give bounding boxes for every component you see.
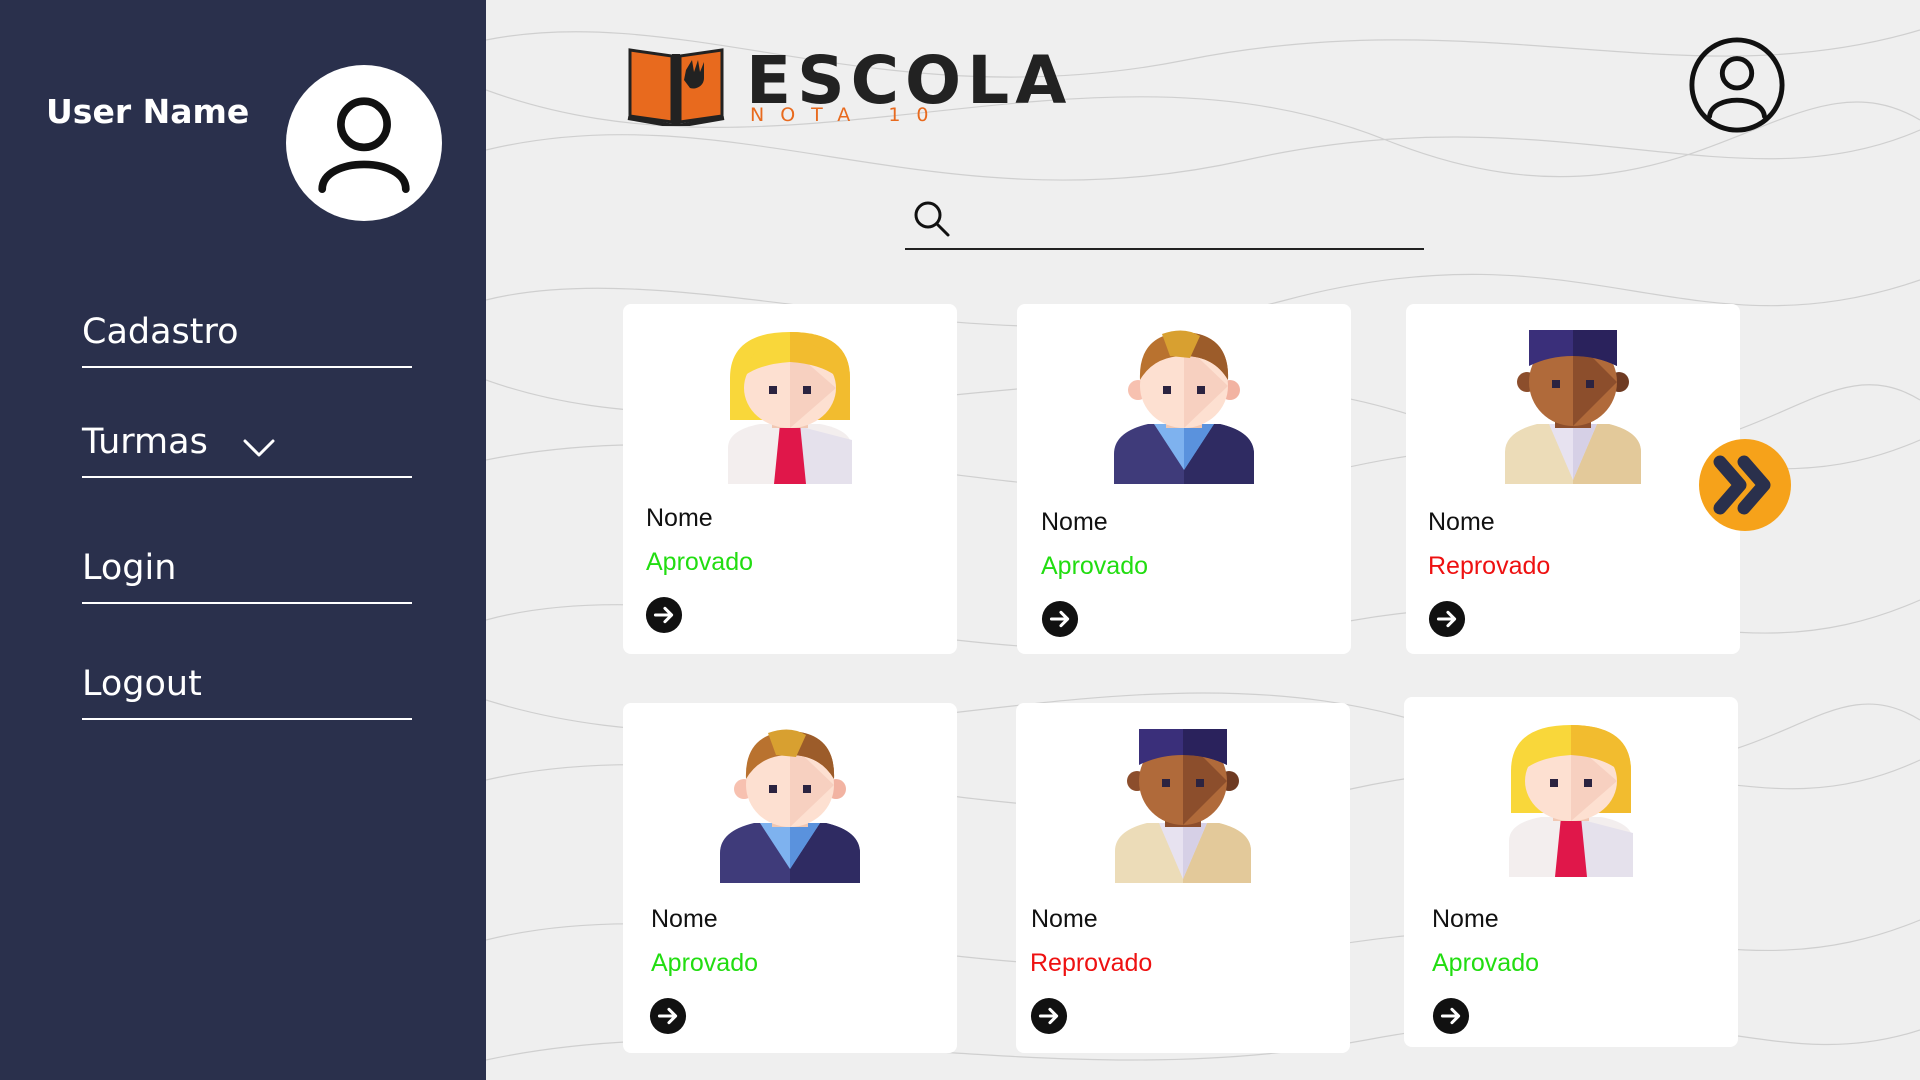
- user-icon: [1689, 37, 1785, 133]
- search-input[interactable]: [961, 198, 1415, 240]
- student-card[interactable]: Nome Aprovado: [623, 304, 957, 654]
- next-page-button[interactable]: [1698, 438, 1792, 532]
- sidebar-item-label: Login: [82, 548, 177, 588]
- student-name: Nome: [651, 905, 718, 933]
- arrow-right-icon[interactable]: [649, 997, 687, 1035]
- student-name: Nome: [1041, 508, 1108, 536]
- student-status: Aprovado: [1041, 552, 1149, 580]
- boy-dark-skin-avatar: [1115, 729, 1251, 883]
- sidebar-item-label: Turmas: [82, 422, 208, 462]
- boy-brown-hair-avatar: [1114, 330, 1254, 484]
- student-status: Reprovado: [1428, 552, 1551, 580]
- user-icon: [318, 97, 410, 194]
- arrow-right-icon[interactable]: [1432, 997, 1470, 1035]
- arrow-right-icon[interactable]: [1428, 600, 1466, 638]
- main-content: ESCOLA NOTA 10 Nome Aprovado Nome Aprova…: [486, 0, 1920, 1080]
- student-card[interactable]: Nome Reprovado: [1406, 304, 1740, 654]
- sidebar-item-turmas[interactable]: Turmas: [82, 410, 412, 478]
- chevron-down-icon: [243, 439, 275, 457]
- sidebar-item-label: Logout: [82, 664, 202, 704]
- student-status: Aprovado: [1432, 949, 1540, 977]
- logo-subtitle: NOTA 10: [750, 104, 945, 126]
- student-card[interactable]: Nome Aprovado: [1017, 304, 1351, 654]
- book-icon: [627, 48, 725, 126]
- arrow-right-icon[interactable]: [1041, 600, 1079, 638]
- boy-brown-hair-avatar: [720, 729, 860, 883]
- student-status: Aprovado: [646, 548, 754, 576]
- student-name: Nome: [1428, 508, 1495, 536]
- profile-button[interactable]: [1688, 36, 1786, 139]
- sidebar-item-logout[interactable]: Logout: [82, 652, 412, 720]
- student-card[interactable]: Nome Reprovado: [1016, 703, 1350, 1053]
- student-name: Nome: [646, 504, 713, 532]
- girl-blonde-avatar: [1509, 725, 1633, 877]
- student-status: Reprovado: [1030, 949, 1153, 977]
- student-status: Aprovado: [651, 949, 759, 977]
- search-icon[interactable]: [911, 198, 951, 238]
- girl-blonde-avatar: [728, 332, 852, 484]
- student-card[interactable]: Nome Aprovado: [1404, 697, 1738, 1047]
- student-card[interactable]: Nome Aprovado: [623, 703, 957, 1053]
- boy-dark-skin-avatar: [1505, 330, 1641, 484]
- arrow-right-icon[interactable]: [1030, 997, 1068, 1035]
- student-name: Nome: [1031, 905, 1098, 933]
- arrow-right-icon[interactable]: [645, 596, 683, 634]
- student-name: Nome: [1432, 905, 1499, 933]
- sidebar-avatar[interactable]: [286, 65, 442, 221]
- sidebar-item-cadastro[interactable]: Cadastro: [82, 300, 412, 368]
- search-bar: [905, 192, 1424, 250]
- sidebar: User Name Cadastro Turmas Login Logout: [0, 0, 486, 1080]
- school-logo: ESCOLA NOTA 10: [626, 40, 1066, 140]
- user-name: User Name: [46, 92, 250, 131]
- sidebar-item-label: Cadastro: [82, 312, 239, 352]
- sidebar-item-login[interactable]: Login: [82, 536, 412, 604]
